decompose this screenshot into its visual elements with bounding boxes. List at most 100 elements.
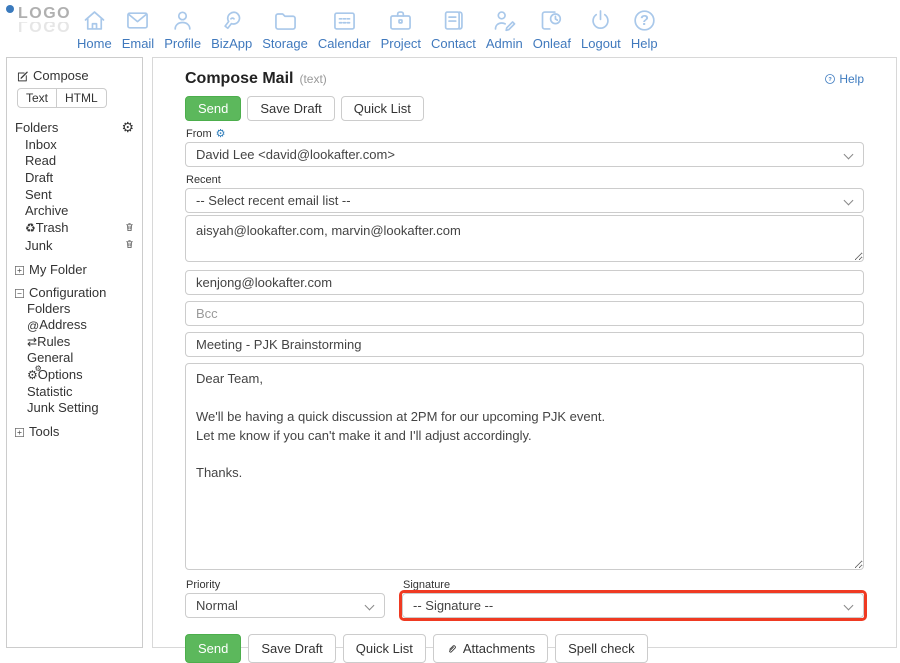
config-item-statistic[interactable]: Statistic <box>27 385 136 400</box>
expand-plus-icon[interactable] <box>14 426 25 437</box>
config-item-folders[interactable]: Folders <box>27 302 136 317</box>
nav-item-calendar[interactable]: Calendar <box>313 7 376 51</box>
config-item-rules[interactable]: ⇄ Rules <box>27 335 136 350</box>
help-icon: ? <box>631 7 658 34</box>
empty-trash-icon[interactable] <box>124 221 136 237</box>
folder-item-draft[interactable]: Draft <box>25 171 136 186</box>
priority-label: Priority <box>186 579 220 591</box>
config-item-options[interactable]: ⚙⚙ Options <box>27 368 136 383</box>
compose-panel: Compose Mail (text) ? Help Send Save Draf… <box>152 57 897 648</box>
nav-label: Profile <box>164 36 201 51</box>
profile-icon <box>169 7 196 34</box>
folder-item-trash[interactable]: ♻ Trash <box>25 221 136 237</box>
config-label: Rules <box>37 335 136 350</box>
config-item-general[interactable]: General <box>27 351 136 366</box>
folder-label: Inbox <box>25 138 136 153</box>
folder-label: Draft <box>25 171 136 186</box>
sidebar: Compose Text HTML Folders ⚙ Inbox Read D… <box>6 57 143 648</box>
expand-plus-icon[interactable] <box>14 264 25 275</box>
compose-mode-group: Text HTML <box>17 88 107 108</box>
nav-item-onleaf[interactable]: Onleaf <box>528 7 576 51</box>
calendar-icon <box>331 7 358 34</box>
folder-item-sent[interactable]: Sent <box>25 188 136 203</box>
subject-field[interactable] <box>185 332 864 357</box>
folder-label: Archive <box>25 204 136 219</box>
collapse-minus-icon[interactable] <box>14 287 25 298</box>
top-toolbar: Send Save Draft Quick List <box>185 96 864 121</box>
nav-item-profile[interactable]: Profile <box>159 7 206 51</box>
tree-label: Configuration <box>29 285 106 300</box>
bcc-field[interactable] <box>185 301 864 326</box>
from-label-row: From ⚙ <box>186 128 864 140</box>
from-label: From <box>186 128 212 140</box>
from-settings-gear-icon[interactable]: ⚙ <box>216 129 226 140</box>
priority-select-wrap: Normal <box>185 593 385 618</box>
folder-label: Trash <box>36 221 124 236</box>
empty-junk-icon[interactable] <box>124 238 136 254</box>
onleaf-icon <box>538 7 565 34</box>
config-item-address[interactable]: @ Address <box>27 318 136 333</box>
send-button-bottom[interactable]: Send <box>185 634 241 663</box>
recent-label: Recent <box>186 174 221 186</box>
folder-item-junk[interactable]: Junk <box>25 238 136 254</box>
config-label: General <box>27 351 136 366</box>
nav-label: Help <box>631 36 658 51</box>
tree-item-my-folder[interactable]: My Folder <box>14 262 136 277</box>
sidebar-compose[interactable]: Compose <box>15 69 136 84</box>
folder-item-archive[interactable]: Archive <box>25 204 136 219</box>
page-title-text: Compose Mail <box>185 70 293 87</box>
nav-item-contact[interactable]: Contact <box>426 7 481 51</box>
config-label: Statistic <box>27 385 136 400</box>
folders-header: Folders ⚙ <box>15 120 134 135</box>
spell-check-button[interactable]: Spell check <box>555 634 647 663</box>
mode-text-button[interactable]: Text <box>17 88 57 108</box>
to-field[interactable]: aisyah@lookafter.com, marvin@lookafter.c… <box>185 215 864 262</box>
nav-item-home[interactable]: Home <box>72 7 117 51</box>
nav-item-project[interactable]: Project <box>376 7 426 51</box>
nav-item-logout[interactable]: Logout <box>576 7 626 51</box>
page-title: Compose Mail (text) <box>185 70 327 88</box>
signature-label: Signature <box>403 579 450 591</box>
nav-label: Storage <box>262 36 308 51</box>
folders-settings-gear-icon[interactable]: ⚙ <box>121 120 134 134</box>
nav-item-admin[interactable]: Admin <box>481 7 528 51</box>
home-icon <box>81 7 108 34</box>
config-item-junk-setting[interactable]: Junk Setting <box>27 401 136 416</box>
at-sign-icon: @ <box>27 320 39 332</box>
folder-item-inbox[interactable]: Inbox <box>25 138 136 153</box>
nav-item-help[interactable]: ? Help <box>626 7 663 51</box>
attachments-button[interactable]: Attachments <box>433 634 548 663</box>
folder-label: Sent <box>25 188 136 203</box>
priority-select[interactable]: Normal <box>185 593 385 618</box>
mode-html-button[interactable]: HTML <box>57 88 107 108</box>
configuration-list: Folders @ Address ⇄ Rules General ⚙⚙ Opt… <box>27 302 136 416</box>
cc-field[interactable] <box>185 270 864 295</box>
help-link[interactable]: ? Help <box>824 72 864 86</box>
svg-text:?: ? <box>640 13 649 29</box>
contact-icon <box>440 7 467 34</box>
save-draft-button-bottom[interactable]: Save Draft <box>248 634 335 663</box>
folder-item-read[interactable]: Read <box>25 154 136 169</box>
quick-list-button[interactable]: Quick List <box>341 96 424 121</box>
email-icon <box>124 7 151 34</box>
from-select[interactable]: David Lee <david@lookafter.com> <box>185 142 864 167</box>
signature-select[interactable]: -- Signature -- <box>402 593 864 618</box>
bizapp-icon <box>218 7 245 34</box>
compose-label: Compose <box>33 69 89 84</box>
tree-item-tools[interactable]: Tools <box>14 424 136 439</box>
body-field[interactable]: Dear Team, We'll be having a quick discu… <box>185 363 864 570</box>
nav-item-bizapp[interactable]: BizApp <box>206 7 257 51</box>
tree-label: Tools <box>29 424 59 439</box>
nav-item-email[interactable]: Email <box>117 7 160 51</box>
recent-select[interactable]: -- Select recent email list -- <box>185 188 864 213</box>
svg-text:?: ? <box>829 77 833 83</box>
send-button[interactable]: Send <box>185 96 241 121</box>
quick-list-button-bottom[interactable]: Quick List <box>343 634 426 663</box>
tree-item-configuration[interactable]: Configuration <box>14 285 136 300</box>
page-title-suffix: (text) <box>299 72 326 86</box>
storage-icon <box>272 7 299 34</box>
save-draft-button[interactable]: Save Draft <box>247 96 334 121</box>
paperclip-icon <box>446 643 458 655</box>
nav-item-storage[interactable]: Storage <box>257 7 313 51</box>
tree-label: My Folder <box>29 262 87 277</box>
